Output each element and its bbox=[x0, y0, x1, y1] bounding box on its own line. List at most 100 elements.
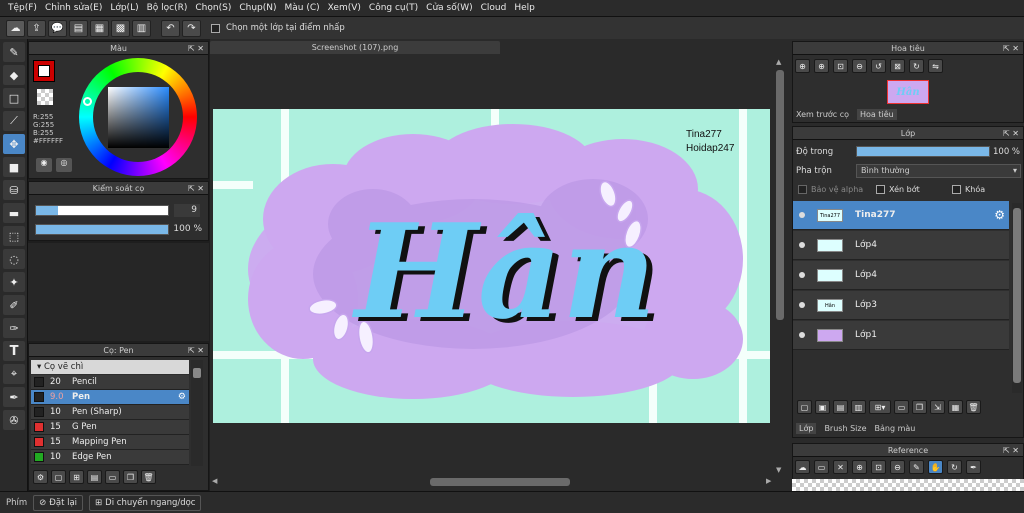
layer-clear-icon[interactable]: ▦ bbox=[948, 400, 963, 414]
layer-row[interactable]: Lớp4 bbox=[793, 261, 1009, 290]
brush-size-slider[interactable] bbox=[35, 205, 169, 216]
rotate-left-icon[interactable]: ↺ bbox=[871, 59, 886, 73]
tab-brush-size[interactable]: Brush Size bbox=[824, 424, 866, 433]
select-pen-icon[interactable]: ✐ bbox=[3, 295, 25, 315]
reference-hand-icon[interactable]: ✋ bbox=[928, 460, 943, 474]
magic-wand-icon[interactable]: ✦ bbox=[3, 272, 25, 292]
panel-close-icon[interactable]: ⇱ ✕ bbox=[188, 42, 204, 55]
visibility-eye-icon[interactable] bbox=[799, 332, 805, 338]
visibility-eye-icon[interactable] bbox=[799, 212, 805, 218]
layer-add-menu-icon[interactable]: ⊞▾ bbox=[869, 400, 891, 414]
visibility-eye-icon[interactable] bbox=[799, 272, 805, 278]
scroll-down-icon[interactable]: ▼ bbox=[776, 466, 781, 474]
visibility-eye-icon[interactable] bbox=[799, 302, 805, 308]
pan-button[interactable]: ⊞ Di chuyển ngang/dọc bbox=[89, 494, 202, 511]
menu-view[interactable]: Xem(V) bbox=[324, 3, 365, 13]
layers-scrollbar[interactable] bbox=[1012, 203, 1022, 393]
menu-tools[interactable]: Công cụ(T) bbox=[365, 3, 422, 13]
reference-pen-icon[interactable]: ✎ bbox=[909, 460, 924, 474]
reference-open-icon[interactable]: ▭ bbox=[814, 460, 829, 474]
bucket-tool-icon[interactable]: ⛁ bbox=[3, 180, 25, 200]
menu-select[interactable]: Chọn(S) bbox=[191, 3, 235, 13]
new-layer-1bit-icon[interactable]: ▤ bbox=[833, 400, 848, 414]
panel-close-icon[interactable]: ⇱ ✕ bbox=[188, 182, 204, 195]
grid-icon[interactable]: ▩ bbox=[111, 19, 130, 37]
tab-layers[interactable]: Lớp bbox=[796, 422, 817, 434]
panel-close-icon[interactable]: ⇱ ✕ bbox=[188, 344, 204, 357]
rect-tool-icon[interactable]: □ bbox=[3, 88, 25, 108]
tab-palette[interactable]: Bảng màu bbox=[875, 424, 916, 433]
brush-item[interactable]: 20 Pencil bbox=[31, 375, 189, 390]
reference-eyedropper-icon[interactable]: ✒ bbox=[966, 460, 981, 474]
rotate-reset-icon[interactable]: ⊠ bbox=[890, 59, 905, 73]
eyedropper-icon[interactable]: ✒ bbox=[3, 387, 25, 407]
panel-close-icon[interactable]: ⇱ ✕ bbox=[1003, 444, 1019, 457]
color-mode-icon[interactable]: ◎ bbox=[56, 158, 72, 172]
saturation-value-square[interactable] bbox=[108, 87, 169, 148]
cloud-icon[interactable]: ☁ bbox=[6, 19, 25, 37]
export-icon[interactable]: ⇪ bbox=[27, 19, 46, 37]
brush-item[interactable]: 10 Pen (Sharp) bbox=[31, 405, 189, 420]
reference-zoom-in-icon[interactable]: ⊕ bbox=[852, 460, 867, 474]
canvas-artwork[interactable]: Hân Hân Tina277 Hoidap247 bbox=[213, 109, 770, 423]
reference-rotate-icon[interactable]: ↻ bbox=[947, 460, 962, 474]
zoom-in-icon[interactable]: ⊕ bbox=[814, 59, 829, 73]
reference-close-icon[interactable]: ✕ bbox=[833, 460, 848, 474]
layer-row[interactable]: Lớp4 bbox=[793, 231, 1009, 260]
clipping-checkbox[interactable] bbox=[876, 185, 885, 194]
reset-button[interactable]: ⊘ Đặt lại bbox=[33, 494, 84, 511]
canvas-horizontal-scroll-thumb[interactable] bbox=[430, 478, 570, 486]
protect-alpha-option[interactable]: Bảo vệ alpha bbox=[798, 185, 863, 194]
fill-rect-tool-icon[interactable]: ■ bbox=[3, 157, 25, 177]
new-brush-icon[interactable]: ▢ bbox=[51, 470, 66, 484]
eraser-tool-icon[interactable]: ◆ bbox=[3, 65, 25, 85]
layer-folder-icon[interactable]: ▭ bbox=[894, 400, 909, 414]
navigator-thumbnail[interactable]: Hân bbox=[887, 80, 929, 104]
reference-preview[interactable] bbox=[792, 479, 1024, 491]
page-icon[interactable]: ▥ bbox=[132, 19, 151, 37]
brush-settings-icon[interactable]: ⚙ bbox=[33, 470, 48, 484]
layer-row[interactable]: Lớp1 bbox=[793, 321, 1009, 350]
brush-copy-icon[interactable]: ▤ bbox=[87, 470, 102, 484]
brush-category[interactable]: ▾ Cọ vẽ chì bbox=[31, 360, 189, 374]
tab-brush-preview[interactable]: Xem trước cọ bbox=[796, 110, 849, 119]
rotate-right-icon[interactable]: ↻ bbox=[909, 59, 924, 73]
menu-edit[interactable]: Chỉnh sửa(E) bbox=[41, 3, 106, 13]
panel-close-icon[interactable]: ⇱ ✕ bbox=[1003, 42, 1019, 55]
brush-list-scrollbar[interactable] bbox=[191, 360, 203, 466]
brush-tool-icon[interactable]: ✎ bbox=[3, 42, 25, 62]
protect-alpha-checkbox[interactable] bbox=[798, 185, 807, 194]
clipping-option[interactable]: Xén bớt bbox=[868, 185, 920, 194]
brush-add-icon[interactable]: ⊞ bbox=[69, 470, 84, 484]
scroll-up-icon[interactable]: ▲ bbox=[776, 58, 781, 66]
brush-duplicate-icon[interactable]: ❐ bbox=[123, 470, 138, 484]
comment-icon[interactable]: 💬 bbox=[48, 19, 67, 37]
menu-window[interactable]: Cửa số(W) bbox=[422, 3, 476, 13]
layer-copy-icon[interactable]: ▥ bbox=[851, 400, 866, 414]
layers-scroll-thumb[interactable] bbox=[1013, 208, 1021, 383]
palette-icon[interactable]: ◉ bbox=[36, 158, 52, 172]
menu-cloud[interactable]: Cloud bbox=[477, 3, 511, 13]
divide-tool-icon[interactable]: ⌖ bbox=[3, 364, 25, 384]
move-tool-icon[interactable]: ✥ bbox=[3, 134, 25, 154]
lock-checkbox[interactable] bbox=[952, 185, 961, 194]
layer-settings-gear-icon[interactable]: ⚙ bbox=[994, 208, 1005, 222]
lasso-icon[interactable]: ◌ bbox=[3, 249, 25, 269]
new-layer-icon[interactable]: ▢ bbox=[797, 400, 812, 414]
lock-option[interactable]: Khóa bbox=[944, 185, 985, 194]
layer-row[interactable]: Hân Lớp3 bbox=[793, 291, 1009, 320]
blur-tool-icon[interactable]: ⟋ bbox=[3, 111, 25, 131]
brush-item[interactable]: 9.0 Pen ⚙ bbox=[31, 390, 189, 405]
blend-mode-select[interactable]: Bình thường ▾ bbox=[856, 164, 1021, 178]
transparent-color-swatch[interactable] bbox=[37, 89, 53, 105]
reference-cloud-icon[interactable]: ☁ bbox=[795, 460, 810, 474]
zoom-reset-icon[interactable]: ⊡ bbox=[833, 59, 848, 73]
scroll-right-icon[interactable]: ▶ bbox=[766, 477, 771, 485]
new-layer-8bit-icon[interactable]: ▣ bbox=[815, 400, 830, 414]
menu-help[interactable]: Help bbox=[510, 3, 539, 13]
visibility-eye-icon[interactable] bbox=[799, 242, 805, 248]
select-rect-icon[interactable]: ⬚ bbox=[3, 226, 25, 246]
layer-row[interactable]: Tina277 Hoidap247 Tina277 ⚙ bbox=[793, 201, 1009, 230]
doc-icon[interactable]: ▦ bbox=[90, 19, 109, 37]
zoom-fit-icon[interactable]: ⊕ bbox=[795, 59, 810, 73]
